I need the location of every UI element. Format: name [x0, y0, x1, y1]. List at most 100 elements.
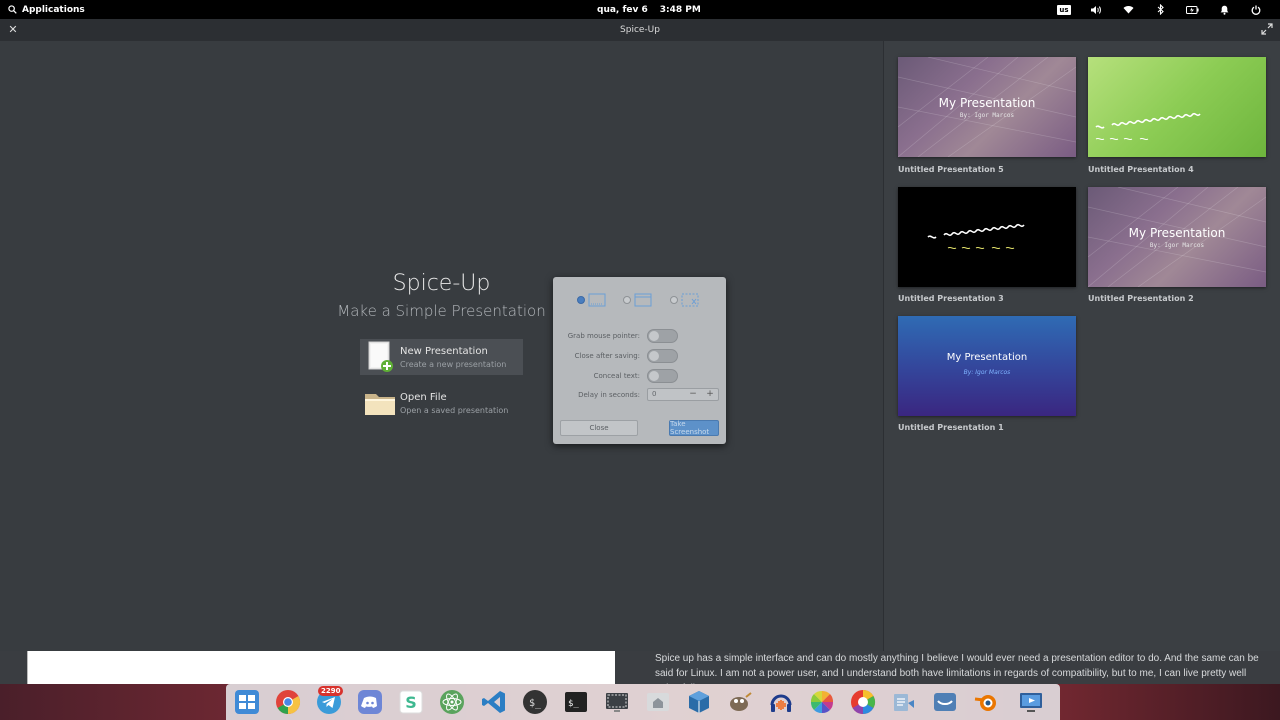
applications-menu[interactable]: Applications: [8, 0, 85, 19]
conceal-text-switch[interactable]: [647, 369, 678, 383]
bluetooth-indicator[interactable]: [1144, 0, 1176, 19]
slack-icon: S: [399, 690, 423, 714]
dock-color-picker[interactable]: [848, 687, 878, 717]
new-presentation-button[interactable]: New Presentation Create a new presentati…: [360, 339, 523, 375]
presentation-thumbnail[interactable]: My Presentation By: Igor Marcos: [1088, 187, 1266, 287]
capture-mode-window[interactable]: [623, 290, 652, 310]
open-file-description: Open a saved presentation: [400, 405, 509, 415]
close-icon: ✕: [8, 22, 18, 36]
new-document-icon: [360, 339, 400, 375]
window-maximize-button[interactable]: [1260, 22, 1274, 36]
delay-spinbutton[interactable]: 0 − +: [647, 388, 719, 401]
switch-knob: [649, 351, 659, 361]
capture-mode-screen[interactable]: [577, 290, 606, 310]
dock-files[interactable]: [643, 687, 673, 717]
background-page-area: [27, 651, 615, 684]
dock-blender[interactable]: [971, 687, 1001, 717]
open-file-button[interactable]: Open File Open a saved presentation: [360, 385, 523, 421]
volume-icon: [1091, 5, 1101, 14]
dock-multitasking-view[interactable]: [232, 687, 262, 717]
slide-title: My Presentation: [946, 352, 1028, 363]
color-wheel-icon: [851, 690, 876, 714]
dock-discord[interactable]: [355, 687, 385, 717]
presentation-thumbnail[interactable]: My Presentation By: Igor Marcos: [898, 57, 1076, 157]
screenshot-dialog: Grab mouse pointer: Close after saving: …: [553, 277, 726, 444]
presentation-name: Untitled Presentation 2: [1088, 294, 1194, 303]
increment-button[interactable]: +: [703, 389, 717, 400]
window-close-button[interactable]: ✕: [6, 22, 20, 36]
welcome-title: Spice-Up: [392, 271, 491, 296]
dock-terminal-alt[interactable]: $_: [520, 687, 550, 717]
presentation-name: Untitled Presentation 5: [898, 165, 1004, 174]
slide-subtitle: By: Igor Marcos: [959, 112, 1015, 119]
datetime-indicator[interactable]: qua, fev 6 3:48 PM: [597, 0, 701, 19]
dock-audacity[interactable]: [766, 687, 796, 717]
new-presentation-description: Create a new presentation: [400, 359, 507, 369]
discord-icon: [358, 690, 382, 714]
radio-selected: [577, 296, 585, 304]
svg-text:$_: $_: [568, 699, 579, 709]
window-title: Spice-Up: [620, 25, 660, 35]
slide-title: My Presentation: [1128, 226, 1226, 240]
window-titlebar[interactable]: ✕ Spice-Up: [0, 19, 1280, 41]
search-icon: [8, 5, 17, 14]
dock-slack[interactable]: S: [396, 687, 426, 717]
dialog-close-button[interactable]: Close: [560, 420, 638, 436]
dock-terminal[interactable]: $_: [561, 687, 591, 717]
dock-gimp[interactable]: [725, 687, 755, 717]
bluetooth-icon: [1157, 4, 1164, 15]
grab-pointer-switch[interactable]: [647, 329, 678, 343]
capture-mode-area[interactable]: [670, 290, 699, 310]
atom-icon: [440, 690, 464, 714]
recent-presentations-sidebar: My Presentation By: Igor Marcos Untitled…: [883, 41, 1280, 651]
dock-mail[interactable]: [930, 687, 960, 717]
virtualbox-icon: [689, 691, 709, 713]
chrome-icon: [276, 690, 301, 714]
area-select-icon: [681, 293, 699, 307]
session-indicator[interactable]: [1240, 0, 1272, 19]
mail-icon: [934, 693, 956, 711]
terminal-icon: $_: [565, 692, 587, 712]
open-file-title: Open File: [400, 391, 447, 403]
dock-photos[interactable]: [807, 687, 837, 717]
dock-vscode[interactable]: [479, 687, 509, 717]
keyboard-indicator[interactable]: us: [1048, 0, 1080, 19]
svg-text:S: S: [405, 693, 417, 712]
take-screenshot-button[interactable]: Take Screenshot: [669, 420, 719, 436]
screen-recorder-icon: [1020, 693, 1042, 712]
decrement-button[interactable]: −: [686, 389, 700, 400]
close-after-saving-label: Close after saving:: [574, 352, 640, 360]
dock-screen-recorder[interactable]: [1016, 687, 1046, 717]
background-article-text: Spice up has a simple interface and can …: [655, 653, 1259, 684]
slide-title: My Presentation: [938, 96, 1036, 110]
presentation-thumbnail[interactable]: My Presentation By: Igor Marcos: [898, 316, 1076, 416]
background-browser-window: Spice up has a simple interface and can …: [0, 651, 1280, 684]
power-indicator[interactable]: [1176, 0, 1208, 19]
screen-icon: [588, 293, 606, 307]
presentation-thumbnail[interactable]: [1088, 57, 1266, 157]
radio-unselected: [623, 296, 631, 304]
welcome-subtitle: Make a Simple Presentation: [337, 302, 546, 320]
dock-notes[interactable]: [889, 687, 919, 717]
presentation-thumbnail[interactable]: [898, 187, 1076, 287]
audacity-icon: [770, 694, 792, 712]
close-after-saving-switch[interactable]: [647, 349, 678, 363]
radio-unselected: [670, 296, 678, 304]
photos-icon: [810, 690, 834, 714]
delay-value: 0: [652, 390, 657, 398]
window-icon: [634, 293, 652, 307]
sound-indicator[interactable]: [1080, 0, 1112, 19]
dock-chrome[interactable]: [273, 687, 303, 717]
dock-virtualbox[interactable]: [684, 687, 714, 717]
top-panel: Applications qua, fev 6 3:48 PM us: [0, 0, 1280, 19]
network-indicator[interactable]: [1112, 0, 1144, 19]
battery-icon: [1185, 5, 1199, 14]
telegram-unread-badge: 2290: [318, 686, 344, 696]
presentation-name: Untitled Presentation 4: [1088, 165, 1194, 174]
dock-atom[interactable]: [437, 687, 467, 717]
multitasking-icon: [235, 690, 259, 714]
dock: S $_ $_: [226, 684, 1060, 720]
dock-screenshot[interactable]: [602, 687, 632, 717]
slide-subtitle: By: Igor Marcos: [963, 369, 1011, 376]
notifications-indicator[interactable]: [1208, 0, 1240, 19]
